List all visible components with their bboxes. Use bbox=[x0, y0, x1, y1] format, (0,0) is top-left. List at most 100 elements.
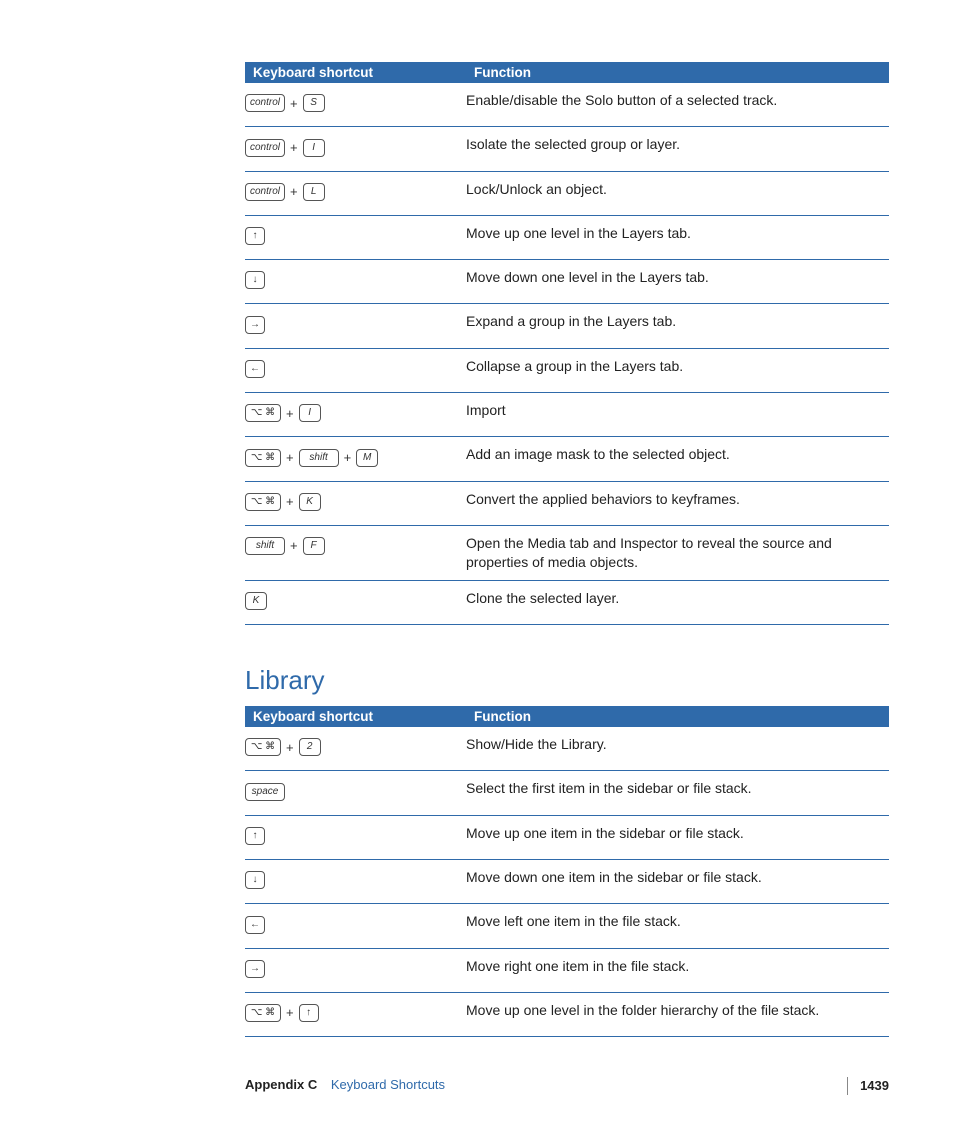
plus-separator: + bbox=[281, 449, 299, 467]
command-key-icon: ⌥ ⌘ bbox=[245, 493, 281, 511]
table-row: ← Collapse a group in the Layers tab. bbox=[245, 348, 889, 392]
left-arrow-key-icon: ← bbox=[245, 360, 265, 378]
page-content: Keyboard shortcut Function control+SEnab… bbox=[0, 0, 954, 1077]
table-row: control+SEnable/disable the Solo button … bbox=[245, 83, 889, 127]
table-row: ⌥ ⌘+IImport bbox=[245, 393, 889, 437]
shortcut-cell: ↓ bbox=[245, 260, 466, 304]
key-k: K bbox=[245, 592, 267, 610]
shortcuts-table-1: Keyboard shortcut Function control+SEnab… bbox=[245, 62, 889, 625]
plus-separator: + bbox=[281, 739, 299, 757]
shortcut-cell: ↑ bbox=[245, 815, 466, 859]
right-arrow-key-icon: → bbox=[245, 316, 265, 334]
key-control: control bbox=[245, 139, 285, 157]
table-row: ↑Move up one item in the sidebar or file… bbox=[245, 815, 889, 859]
key-control: control bbox=[245, 183, 285, 201]
shortcut-cell: ↓ bbox=[245, 859, 466, 903]
function-cell: Isolate the selected group or layer. bbox=[466, 127, 889, 171]
shortcut-cell: K bbox=[245, 580, 466, 624]
function-cell: Move left one item in the file stack. bbox=[466, 904, 889, 948]
table-row: control+IIsolate the selected group or l… bbox=[245, 127, 889, 171]
shortcut-cell: → bbox=[245, 948, 466, 992]
plus-separator: + bbox=[285, 537, 303, 555]
shortcut-cell: control+I bbox=[245, 127, 466, 171]
up-arrow-key-icon: ↑ bbox=[245, 827, 265, 845]
function-cell: Import bbox=[466, 393, 889, 437]
function-cell: Collapse a group in the Layers tab. bbox=[466, 348, 889, 392]
key-control: control bbox=[245, 94, 285, 112]
command-key-icon: ⌥ ⌘ bbox=[245, 404, 281, 422]
table-row: ↑ Move up one level in the Layers tab. bbox=[245, 215, 889, 259]
key-i: I bbox=[303, 139, 325, 157]
function-cell: Expand a group in the Layers tab. bbox=[466, 304, 889, 348]
right-arrow-key-icon: → bbox=[245, 960, 265, 978]
shortcut-cell: control+L bbox=[245, 171, 466, 215]
table-row: ↓ Move down one item in the sidebar or fi… bbox=[245, 859, 889, 903]
shortcut-cell: ⌥ ⌘+I bbox=[245, 393, 466, 437]
function-cell: Convert the applied behaviors to keyfram… bbox=[466, 481, 889, 525]
shortcut-cell: ← bbox=[245, 904, 466, 948]
shortcut-cell: space bbox=[245, 771, 466, 815]
function-cell: Move up one level in the Layers tab. bbox=[466, 215, 889, 259]
shortcut-cell: ← bbox=[245, 348, 466, 392]
table-row: ← Move left one item in the file stack. bbox=[245, 904, 889, 948]
table-row: ⌥ ⌘+KConvert the applied behaviors to ke… bbox=[245, 481, 889, 525]
col-shortcut: Keyboard shortcut bbox=[245, 62, 466, 83]
table-row: ⌥ ⌘+↑Move up one level in the folder hie… bbox=[245, 992, 889, 1036]
col-function: Function bbox=[466, 62, 889, 83]
plus-separator: + bbox=[281, 493, 299, 511]
function-cell: Move right one item in the file stack. bbox=[466, 948, 889, 992]
footer-page-number: 1439 bbox=[847, 1077, 889, 1095]
function-cell: Select the first item in the sidebar or … bbox=[466, 771, 889, 815]
table-row: → Move right one item in the file stack. bbox=[245, 948, 889, 992]
down-arrow-key-icon: ↓ bbox=[245, 271, 265, 289]
table-row: ⌥ ⌘+shift+MAdd an image mask to the sele… bbox=[245, 437, 889, 481]
table-row: shift+FOpen the Media tab and Inspector … bbox=[245, 525, 889, 580]
up-arrow-key-icon: ↑ bbox=[245, 227, 265, 245]
shortcut-cell: ⌥ ⌘+2 bbox=[245, 727, 466, 771]
table-row: control+LLock/Unlock an object. bbox=[245, 171, 889, 215]
col-shortcut: Keyboard shortcut bbox=[245, 706, 466, 727]
shortcut-cell: control+S bbox=[245, 83, 466, 127]
footer-title: Keyboard Shortcuts bbox=[331, 1077, 445, 1092]
table-row: K Clone the selected layer. bbox=[245, 580, 889, 624]
key-m: M bbox=[356, 449, 378, 467]
footer-appendix: Appendix C bbox=[245, 1077, 317, 1092]
command-key-icon: ⌥ ⌘ bbox=[245, 449, 281, 467]
shortcut-cell: → bbox=[245, 304, 466, 348]
plus-separator: + bbox=[285, 95, 303, 113]
plus-separator: + bbox=[281, 405, 299, 423]
function-cell: Add an image mask to the selected object… bbox=[466, 437, 889, 481]
function-cell: Show/Hide the Library. bbox=[466, 727, 889, 771]
command-key-icon: ⌥ ⌘ bbox=[245, 738, 281, 756]
function-cell: Move up one level in the folder hierarch… bbox=[466, 992, 889, 1036]
plus-separator: + bbox=[281, 1004, 299, 1022]
plus-separator: + bbox=[285, 183, 303, 201]
col-function: Function bbox=[466, 706, 889, 727]
table-row: ↓ Move down one level in the Layers tab. bbox=[245, 260, 889, 304]
shortcut-cell: ⌥ ⌘+shift+M bbox=[245, 437, 466, 481]
left-arrow-key-icon: ← bbox=[245, 916, 265, 934]
section-heading-library: Library bbox=[245, 665, 889, 696]
table-row: ⌥ ⌘+2Show/Hide the Library. bbox=[245, 727, 889, 771]
function-cell: Clone the selected layer. bbox=[466, 580, 889, 624]
plus-separator: + bbox=[339, 449, 357, 467]
shortcut-cell: ↑ bbox=[245, 215, 466, 259]
key-shift: shift bbox=[245, 537, 285, 555]
key-2: 2 bbox=[299, 738, 321, 756]
page-footer: Appendix C Keyboard Shortcuts 1439 bbox=[0, 1077, 954, 1132]
function-cell: Open the Media tab and Inspector to reve… bbox=[466, 525, 889, 580]
command-key-icon: ⌥ ⌘ bbox=[245, 1004, 281, 1022]
function-cell: Move down one level in the Layers tab. bbox=[466, 260, 889, 304]
key-k: K bbox=[299, 493, 321, 511]
table-row: spaceSelect the first item in the sideba… bbox=[245, 771, 889, 815]
plus-separator: + bbox=[285, 139, 303, 157]
key-shift: shift bbox=[299, 449, 339, 467]
function-cell: Enable/disable the Solo button of a sele… bbox=[466, 83, 889, 127]
down-arrow-key-icon: ↓ bbox=[245, 871, 265, 889]
function-cell: Lock/Unlock an object. bbox=[466, 171, 889, 215]
shortcuts-table-2: Keyboard shortcut Function ⌥ ⌘+2Show/Hid… bbox=[245, 706, 889, 1037]
function-cell: Move down one item in the sidebar or fil… bbox=[466, 859, 889, 903]
shortcut-cell: ⌥ ⌘+K bbox=[245, 481, 466, 525]
key-s: S bbox=[303, 94, 325, 112]
table-row: → Expand a group in the Layers tab. bbox=[245, 304, 889, 348]
